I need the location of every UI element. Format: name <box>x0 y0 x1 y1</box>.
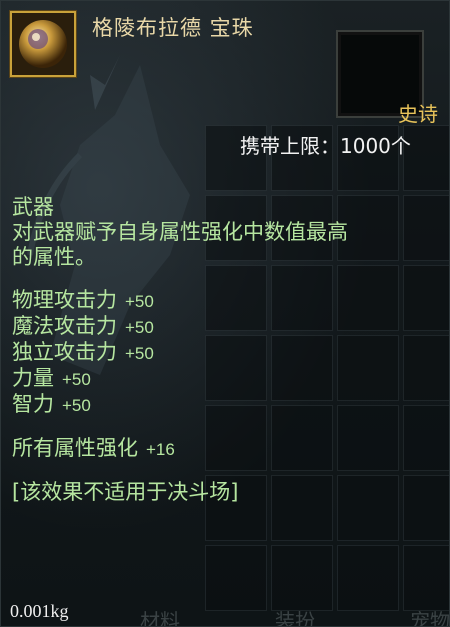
tab-avatar[interactable]: 装扮 <box>275 605 315 627</box>
stat-row: 魔法攻击力 +50 <box>12 314 154 338</box>
item-description-line1: 对武器赋予自身属性强化中数值最高 <box>12 220 348 244</box>
item-rarity: 史诗 <box>398 102 438 126</box>
item-effects: 武器 对武器赋予自身属性强化中数值最高 的属性。 物理攻击力 +50 魔法攻击力 +… <box>12 195 450 505</box>
stat-row: 独立攻击力 +50 <box>12 340 154 364</box>
item-tooltip: 格陵布拉德 宝珠 史诗 携带上限：1000个 武器 对武器赋予自身属性强化中数值… <box>0 0 450 627</box>
item-name: 格陵布拉德 宝珠 <box>92 16 254 40</box>
stat-row: 物理攻击力 +50 <box>12 288 154 312</box>
element-bonus-row: 所有属性强化 +16 <box>12 436 175 460</box>
item-category: 武器 <box>12 195 54 219</box>
restriction-note: [该效果不适用于决斗场] <box>12 480 239 504</box>
stat-row: 力量 +50 <box>12 366 91 390</box>
orb-icon <box>10 11 76 77</box>
stat-row: 智力 +50 <box>12 392 91 416</box>
item-weight: 0.001kg <box>10 601 69 621</box>
tab-materials[interactable]: 材料 <box>140 605 180 627</box>
item-description-line2: 的属性。 <box>12 245 96 269</box>
tab-pet[interactable]: 宠物 <box>410 605 450 627</box>
carry-limit: 携带上限：1000个 <box>240 134 411 158</box>
